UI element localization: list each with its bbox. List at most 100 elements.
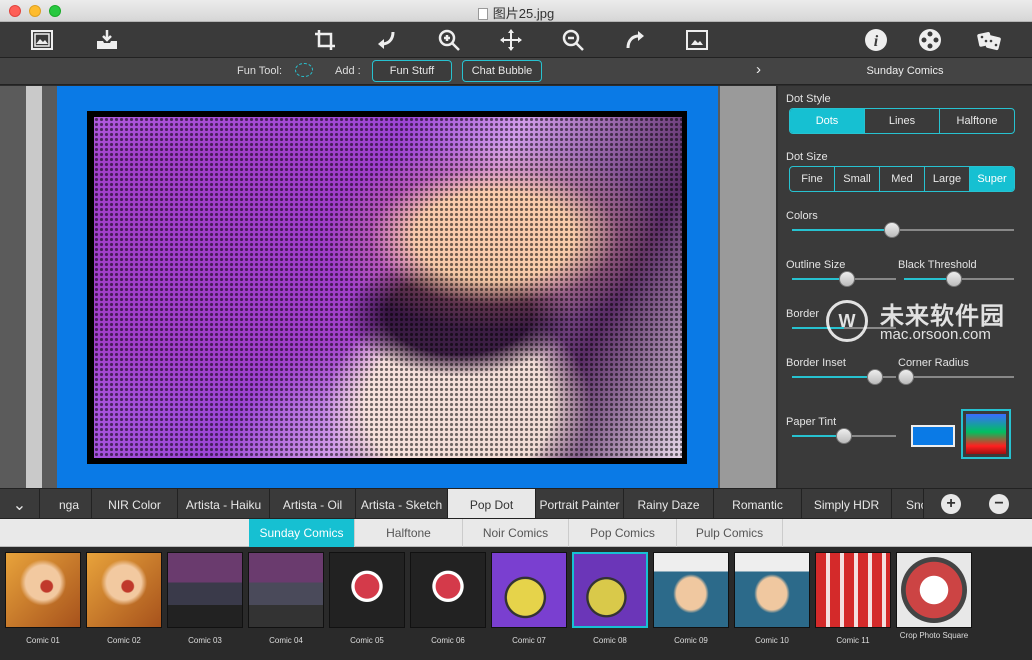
border-label: Border [786, 308, 820, 320]
random-button[interactable] [974, 26, 1004, 54]
canvas-margin-left [26, 86, 42, 488]
zoom-in-button[interactable] [434, 26, 464, 54]
rotate-right-button[interactable] [620, 26, 650, 54]
zoom-out-button[interactable] [558, 26, 588, 54]
paper-tint-slider[interactable] [792, 428, 896, 444]
preset-label: Comic 10 [755, 636, 789, 645]
preset-thumbnail[interactable] [653, 552, 729, 628]
subtab-sunday-comics[interactable]: Sunday Comics [249, 519, 355, 547]
colors-label: Colors [786, 210, 818, 222]
preset-thumbnail[interactable] [410, 552, 486, 628]
tab-artista-sketch[interactable]: Artista - Sketch [356, 489, 448, 518]
tab-simply-hdr[interactable]: Simply HDR [802, 489, 892, 518]
tab-romantic[interactable]: Romantic [714, 489, 802, 518]
preset-label: Comic 07 [512, 636, 546, 645]
dot-style-dots[interactable]: Dots [790, 109, 865, 133]
film-reel-icon [919, 29, 941, 51]
preset-label: Comic 02 [107, 636, 141, 645]
add-label: Add : [335, 65, 361, 77]
subtab-noir-comics[interactable]: Noir Comics [463, 519, 569, 547]
rotate-left-icon [378, 31, 395, 49]
watermark-logo: W [826, 300, 868, 342]
subtab-pulp-comics[interactable]: Pulp Comics [677, 519, 783, 547]
border-inset-slider[interactable] [792, 369, 896, 385]
preset-thumbnail[interactable] [815, 552, 891, 628]
tab-snc[interactable]: Snc [892, 489, 924, 518]
color-picker-button[interactable] [961, 409, 1011, 459]
info-button[interactable]: i [861, 26, 891, 54]
info-icon: i [865, 29, 887, 51]
outline-size-slider[interactable] [792, 271, 896, 287]
export-icon [97, 30, 117, 49]
chat-bubble-button[interactable]: Chat Bubble [462, 60, 542, 82]
rotate-left-button[interactable] [372, 26, 402, 54]
lasso-tool-icon[interactable] [295, 63, 313, 77]
preset-label: Comic 09 [674, 636, 708, 645]
dot-style-lines[interactable]: Lines [865, 109, 940, 133]
tab-artista-oil[interactable]: Artista - Oil [270, 489, 356, 518]
colors-slider[interactable] [792, 222, 1014, 238]
preset-thumbnail[interactable] [167, 552, 243, 628]
tab-manga[interactable]: nga [40, 489, 92, 518]
dot-size-segmented: Fine Small Med Large Super [789, 166, 1015, 192]
color-spectrum-icon [966, 414, 1006, 454]
dot-size-small[interactable]: Small [835, 167, 880, 191]
fit-image-button[interactable] [682, 26, 712, 54]
subtab-halftone[interactable]: Halftone [355, 519, 463, 547]
preset-thumbnail[interactable] [5, 552, 81, 628]
preset-thumbnail-selected[interactable] [572, 552, 648, 628]
corner-radius-slider[interactable] [898, 369, 1014, 385]
preset-thumbnail[interactable] [491, 552, 567, 628]
add-category-plus-icon[interactable]: + [941, 494, 961, 514]
window-title: 图片25.jpg [0, 3, 1032, 22]
dice-icon [977, 32, 1001, 51]
open-image-button[interactable] [27, 26, 57, 54]
preset-thumbnail[interactable] [86, 552, 162, 628]
panel-title: Sunday Comics [866, 65, 944, 77]
fun-stuff-button[interactable]: Fun Stuff [372, 60, 452, 82]
preset-thumbnail[interactable] [329, 552, 405, 628]
preset-label: Comic 11 [836, 636, 870, 645]
move-icon [500, 29, 522, 51]
tab-artista-haiku[interactable]: Artista - Haiku [178, 489, 270, 518]
crop-button[interactable] [310, 26, 340, 54]
border-inset-label: Border Inset [786, 357, 846, 369]
subtab-pop-comics[interactable]: Pop Comics [569, 519, 677, 547]
tab-pop-dot[interactable]: Pop Dot [448, 489, 536, 518]
remove-category-minus-icon[interactable]: − [989, 494, 1009, 514]
tab-nir-color[interactable]: NIR Color [92, 489, 178, 518]
settings-panel: Dot Style Dots Lines Halftone Dot Size F… [778, 86, 1032, 488]
collapse-panel-chevron-icon[interactable]: › [756, 61, 761, 78]
dot-style-segmented: Dots Lines Halftone [789, 108, 1015, 134]
zoom-out-icon [562, 29, 584, 51]
tab-portrait-painter[interactable]: Portrait Painter [536, 489, 624, 518]
zoom-in-icon [438, 29, 460, 51]
preset-thumbnail[interactable] [248, 552, 324, 628]
settings-button[interactable] [915, 26, 945, 54]
move-button[interactable] [496, 26, 526, 54]
comic-photo-preview[interactable] [94, 117, 682, 458]
black-threshold-slider[interactable] [904, 271, 1014, 287]
paper-tint-color-well[interactable] [911, 425, 955, 447]
preset-label: Crop Photo Square [899, 631, 969, 640]
outline-size-label: Outline Size [786, 259, 846, 271]
preset-thumbnail[interactable] [896, 552, 972, 628]
dot-size-med[interactable]: Med [880, 167, 925, 191]
preset-thumbnail[interactable] [734, 552, 810, 628]
black-threshold-label: Black Threshold [898, 259, 977, 271]
tab-rainy-daze[interactable]: Rainy Daze [624, 489, 714, 518]
dot-size-large[interactable]: Large [925, 167, 970, 191]
crop-icon [315, 30, 335, 50]
dot-style-halftone[interactable]: Halftone [940, 109, 1014, 133]
dot-size-super[interactable]: Super [970, 167, 1014, 191]
dot-style-label: Dot Style [786, 93, 831, 105]
export-button[interactable] [92, 26, 122, 54]
collapse-strip-chevron-down-icon[interactable]: ⌄ [0, 489, 40, 518]
watermark: W 未来软件园 mac.orsoon.com [826, 296, 1026, 344]
preset-label: Comic 06 [431, 636, 465, 645]
dot-size-fine[interactable]: Fine [790, 167, 835, 191]
rotate-right-icon [626, 31, 644, 49]
canvas-margin-right [720, 86, 776, 488]
picture-frame-icon [686, 30, 708, 50]
fun-tool-label: Fun Tool: [237, 65, 283, 77]
